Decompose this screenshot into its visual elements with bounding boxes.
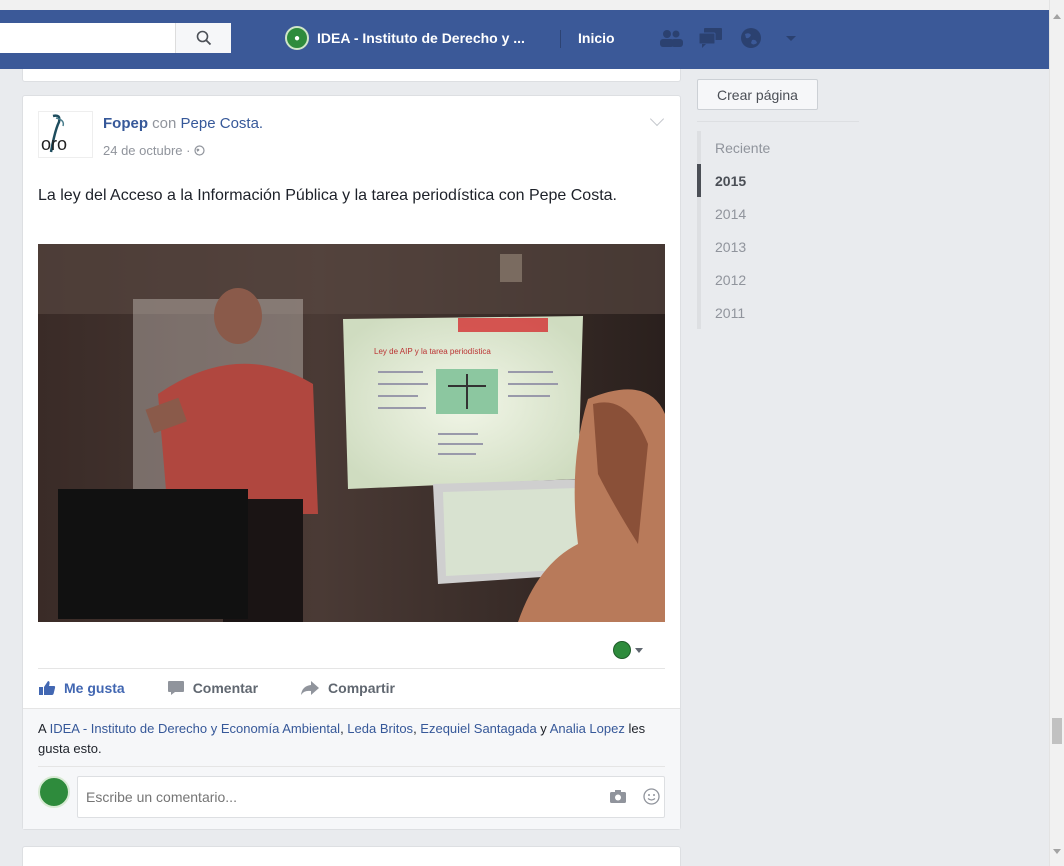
- like-button[interactable]: Me gusta: [38, 680, 125, 696]
- account-menu-chevron-down-icon[interactable]: [778, 26, 804, 50]
- likes-prefix: A: [38, 721, 50, 736]
- share-button[interactable]: Compartir: [300, 680, 395, 696]
- page-identity-icon: [613, 641, 631, 659]
- liker-link[interactable]: Ezequiel Santagada: [420, 721, 536, 736]
- nav-divider: [560, 30, 561, 48]
- timeline-item-2011[interactable]: 2011: [697, 296, 857, 329]
- likes-summary: A IDEA - Instituto de Derecho y Economía…: [38, 721, 646, 756]
- scroll-thumb[interactable]: [1052, 718, 1062, 744]
- slide-title: Ley de AIP y la tarea periodística: [374, 347, 491, 356]
- browser-strip: [0, 0, 1049, 10]
- friend-requests-icon[interactable]: [658, 26, 684, 50]
- nav-icons: [658, 26, 804, 50]
- timeline-item-reciente[interactable]: Reciente: [697, 131, 857, 164]
- page-shortcut-label: IDEA - Instituto de Derecho y ...: [317, 30, 525, 46]
- liker-link[interactable]: Analia Lopez: [550, 721, 625, 736]
- top-navigation-bar: ● IDEA - Instituto de Derecho y ... Inic…: [0, 10, 1049, 69]
- post-actions: Me gusta Comentar Compartir: [38, 680, 437, 696]
- scroll-down-arrow-icon[interactable]: [1053, 849, 1061, 854]
- thumbs-up-icon: [39, 681, 56, 695]
- create-page-button[interactable]: Crear página: [697, 79, 818, 110]
- liker-link[interactable]: IDEA - Instituto de Derecho y Economía A…: [50, 721, 340, 736]
- comment-input-icons: [609, 788, 660, 805]
- next-post-card: [22, 846, 681, 866]
- search-box[interactable]: [0, 23, 231, 53]
- post-card: oro Fopep con Pepe Costa. 24 de octubre …: [22, 95, 681, 830]
- sidebar-divider: [697, 121, 859, 122]
- tagged-person-link[interactable]: Pepe Costa.: [181, 115, 264, 132]
- actions-divider: [38, 668, 665, 669]
- post-author-link[interactable]: Fopep: [103, 115, 148, 132]
- timeline-item-2013[interactable]: 2013: [697, 230, 857, 263]
- share-label: Compartir: [328, 680, 395, 696]
- likes-and-comments-section: A IDEA - Instituto de Derecho y Economía…: [23, 708, 680, 829]
- liker-link[interactable]: Leda Britos: [347, 721, 413, 736]
- comment-icon: [167, 681, 184, 695]
- timeline-item-2012[interactable]: 2012: [697, 263, 857, 296]
- share-arrow-icon: [301, 681, 320, 695]
- author-avatar[interactable]: oro: [38, 111, 93, 158]
- post-header: Fopep con Pepe Costa.: [103, 115, 263, 132]
- notifications-globe-icon[interactable]: [738, 26, 764, 50]
- post-options-chevron-down-icon[interactable]: [649, 111, 665, 127]
- post-photo[interactable]: Ley de AIP y la tarea periodística: [38, 244, 665, 622]
- timeline-item-2015[interactable]: 2015: [697, 164, 857, 197]
- vertical-scrollbar[interactable]: [1049, 0, 1064, 866]
- previous-post-card: [22, 69, 681, 82]
- like-label: Me gusta: [64, 680, 125, 696]
- public-globe-icon: [194, 145, 205, 156]
- messages-icon[interactable]: [698, 26, 724, 50]
- post-text: La ley del Acceso a la Información Públi…: [38, 187, 617, 204]
- likes-divider: [38, 766, 665, 767]
- search-button[interactable]: [175, 23, 231, 53]
- search-icon: [196, 30, 211, 46]
- post-date-text: 24 de octubre ·: [103, 143, 195, 158]
- post-timestamp[interactable]: 24 de octubre ·: [103, 143, 205, 158]
- avatar-logo-text: oro: [41, 134, 67, 154]
- timeline-year-nav: Reciente 2015 2014 2013 2012 2011: [697, 131, 857, 329]
- page-shortcut[interactable]: ● IDEA - Instituto de Derecho y ...: [285, 24, 525, 52]
- timeline-item-2014[interactable]: 2014: [697, 197, 857, 230]
- likes-and: y: [536, 721, 550, 736]
- comment-label: Comentar: [192, 680, 259, 696]
- scroll-up-arrow-icon[interactable]: [1053, 14, 1061, 19]
- emoji-icon[interactable]: [643, 788, 660, 805]
- page-logo-icon: ●: [285, 26, 309, 50]
- comment-button[interactable]: Comentar: [167, 680, 258, 696]
- audience-caret-icon: [635, 647, 643, 653]
- post-connector: con: [152, 115, 177, 132]
- comment-input[interactable]: [77, 776, 665, 818]
- camera-icon[interactable]: [609, 789, 627, 804]
- audience-selector[interactable]: [613, 641, 643, 659]
- commenter-avatar[interactable]: [38, 776, 70, 808]
- home-link[interactable]: Inicio: [578, 30, 615, 46]
